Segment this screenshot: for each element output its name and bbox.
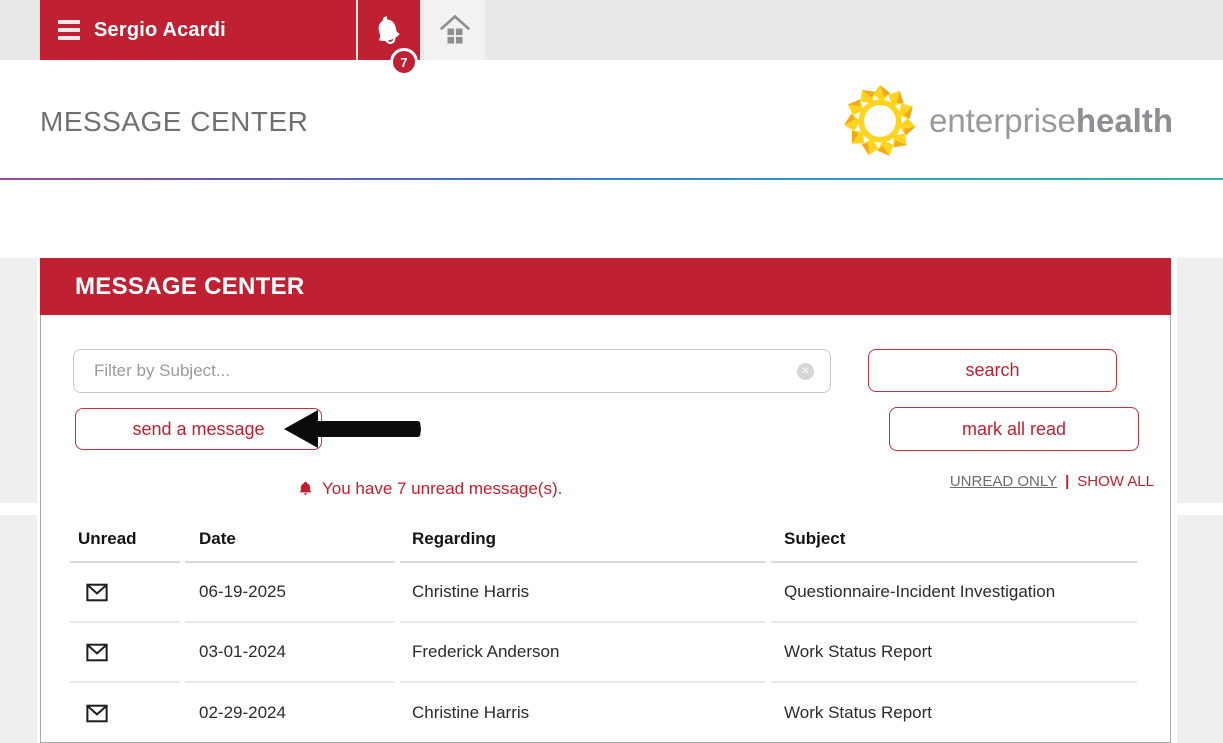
- sunflower-ring-icon: [843, 84, 917, 158]
- message-date: 06-19-2025: [185, 563, 395, 623]
- message-table-body: 06-19-2025 Christine Harris Questionnair…: [70, 563, 1142, 743]
- send-a-message-button[interactable]: send a message: [75, 408, 322, 450]
- message-regarding: Christine Harris: [400, 683, 766, 743]
- message-subject: Questionnaire-Incident Investigation: [771, 563, 1137, 623]
- messages-table: Unread Date Regarding Subject 06-19-2025…: [70, 517, 1142, 743]
- background-panel: [1177, 515, 1223, 743]
- background-panel: [0, 515, 37, 743]
- show-all-link[interactable]: SHOW ALL: [1077, 473, 1154, 490]
- filter-by-subject-input[interactable]: [73, 349, 831, 393]
- gradient-divider: [0, 178, 1223, 180]
- logo-wordmark: enterprisehealth: [929, 102, 1173, 140]
- page-title: MESSAGE CENTER: [40, 106, 308, 138]
- column-header-unread: Unread: [70, 517, 180, 563]
- message-regarding: Christine Harris: [400, 563, 766, 623]
- message-regarding: Frederick Anderson: [400, 623, 766, 683]
- message-center-panel: MESSAGE CENTER ✕ search send a message m…: [40, 258, 1171, 743]
- user-menu-button[interactable]: Sergio Acardi: [40, 0, 356, 60]
- enterprise-health-logo: enterprisehealth: [843, 84, 1173, 158]
- notification-count-badge: 7: [390, 48, 418, 76]
- message-date: 03-01-2024: [185, 623, 395, 683]
- unread-notice: You have 7 unread message(s).: [297, 479, 562, 499]
- column-header-date: Date: [185, 517, 395, 563]
- table-header-row: Unread Date Regarding Subject: [70, 517, 1142, 563]
- clear-filter-icon[interactable]: ✕: [797, 363, 814, 380]
- envelope-icon[interactable]: [86, 704, 108, 723]
- unread-only-link[interactable]: UNREAD ONLY: [950, 473, 1057, 490]
- table-row[interactable]: 02-29-2024 Christine Harris Work Status …: [70, 683, 1142, 743]
- view-filter-links: UNREAD ONLY | SHOW ALL: [950, 473, 1154, 490]
- message-date: 02-29-2024: [185, 683, 395, 743]
- home-button[interactable]: [424, 0, 485, 60]
- home-icon: [437, 12, 473, 48]
- envelope-icon[interactable]: [86, 643, 108, 662]
- panel-header: MESSAGE CENTER: [40, 258, 1171, 315]
- column-header-subject: Subject: [771, 517, 1137, 563]
- bell-icon: [368, 9, 409, 50]
- user-name: Sergio Acardi: [94, 19, 226, 42]
- links-separator: |: [1065, 473, 1069, 490]
- hamburger-icon: [58, 20, 80, 40]
- table-row[interactable]: 06-19-2025 Christine Harris Questionnair…: [70, 563, 1142, 623]
- column-header-regarding: Regarding: [400, 517, 766, 563]
- unread-notice-text: You have 7 unread message(s).: [322, 479, 562, 499]
- panel-title: MESSAGE CENTER: [75, 273, 305, 301]
- mark-all-read-button[interactable]: mark all read: [889, 407, 1139, 451]
- background-panel: [0, 258, 37, 503]
- table-row[interactable]: 03-01-2024 Frederick Anderson Work Statu…: [70, 623, 1142, 683]
- top-bar: Sergio Acardi 7: [0, 0, 1223, 60]
- envelope-icon[interactable]: [86, 583, 108, 602]
- message-subject: Work Status Report: [771, 623, 1137, 683]
- search-button[interactable]: search: [868, 349, 1117, 392]
- background-panel: [1177, 258, 1223, 503]
- message-subject: Work Status Report: [771, 683, 1137, 743]
- page-header: MESSAGE CENTER enterprisehealth: [0, 60, 1223, 178]
- bell-icon: [297, 480, 314, 498]
